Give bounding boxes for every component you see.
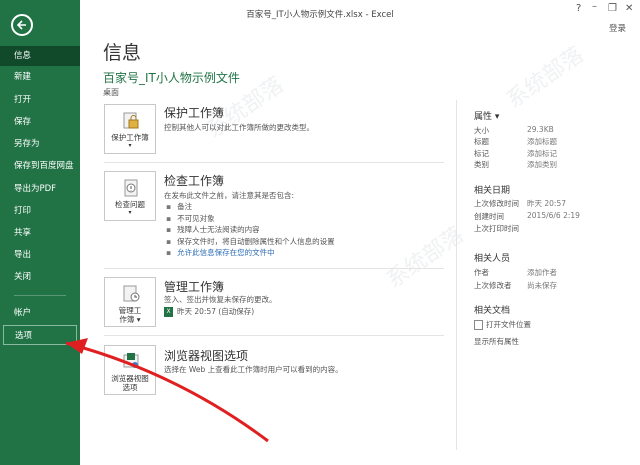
annotation-arrow-head <box>66 338 88 354</box>
annotation-arrow-shaft <box>65 341 269 443</box>
annotation-arrow <box>65 338 269 443</box>
